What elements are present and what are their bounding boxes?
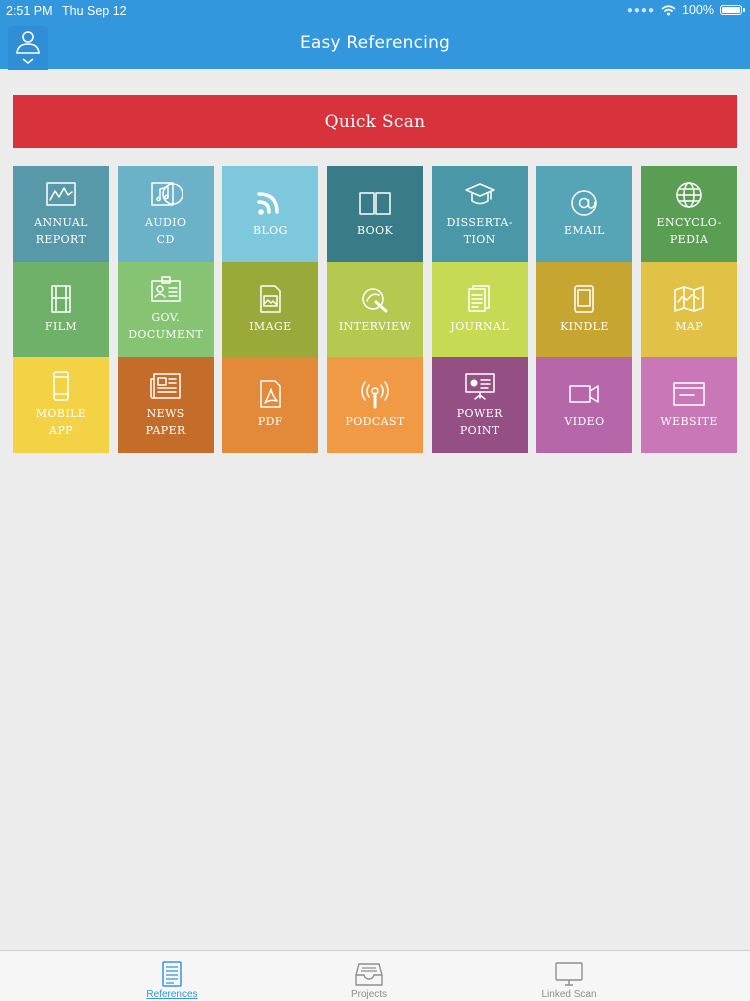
browser-window-icon	[672, 379, 706, 409]
reference-type-tile[interactable]: AUDIO CD	[117, 166, 214, 262]
app-header: 2:51 PM Thu Sep 12 ●●●● 100% Easy Refere…	[0, 0, 750, 70]
tab-label-projects: Projects	[350, 989, 388, 1000]
tile-label: BLOG	[252, 224, 288, 238]
tile-label: MOBILE APP	[35, 406, 87, 437]
chevron-down-icon	[22, 58, 34, 65]
reference-type-grid: ANNUAL REPORT AUDIO CD BLOG BOOK DISSERTA- T…	[13, 166, 738, 453]
tile-label: AUDIO CD	[144, 215, 187, 246]
pdf-icon	[253, 379, 287, 409]
tab-label-references: References	[146, 989, 198, 1000]
tile-label: KINDLE	[560, 319, 609, 333]
podcast-icon	[358, 379, 392, 409]
reference-type-tile[interactable]: GOV. DOCUMENT	[117, 261, 214, 357]
tile-label: WEBSITE	[660, 415, 718, 429]
tile-label: BOOK	[356, 224, 394, 238]
page-title: Easy Referencing	[299, 33, 451, 53]
tablet-icon	[567, 284, 601, 314]
rss-icon	[253, 188, 287, 218]
wifi-icon	[661, 4, 676, 15]
chart-icon	[44, 180, 78, 210]
reference-type-tile[interactable]: BOOK	[327, 166, 424, 262]
tile-label: PODCAST	[345, 415, 405, 429]
tile-label: DISSERTA- TION	[446, 215, 513, 246]
reference-type-tile[interactable]: EMAIL	[536, 166, 633, 262]
film-icon	[44, 284, 78, 314]
reference-type-tile[interactable]: JOURNAL	[431, 261, 528, 357]
tile-label: MAP	[675, 319, 704, 333]
video-camera-icon	[567, 379, 601, 409]
reference-type-tile[interactable]: ANNUAL REPORT	[13, 166, 109, 262]
reference-type-tile[interactable]: WEBSITE	[641, 357, 738, 453]
tile-label: IMAGE	[249, 319, 292, 333]
book-icon	[358, 188, 392, 218]
tile-label: NEWS PAPER	[145, 406, 186, 437]
monitor-icon	[555, 962, 583, 986]
inbox-tray-icon	[355, 963, 383, 986]
reference-type-tile[interactable]: MAP	[641, 261, 738, 357]
globe-icon	[672, 180, 706, 210]
tile-label: EMAIL	[563, 224, 605, 238]
signal-dots-icon: ●●●●	[626, 4, 656, 16]
tile-label: ANNUAL REPORT	[34, 215, 88, 246]
tile-label: GOV. DOCUMENT	[128, 311, 204, 342]
reference-type-tile[interactable]: PDF	[222, 357, 319, 453]
reference-type-tile[interactable]: DISSERTA- TION	[431, 166, 528, 262]
reference-type-tile[interactable]: IMAGE	[222, 261, 319, 357]
reference-type-tile[interactable]: FILM	[13, 261, 109, 357]
graduation-cap-icon	[463, 180, 497, 210]
reference-type-tile[interactable]: VIDEO	[536, 357, 633, 453]
tab-references[interactable]: References	[112, 951, 232, 1001]
tab-linked-scan[interactable]: Linked Scan	[509, 951, 629, 1001]
reference-type-tile[interactable]: PODCAST	[327, 357, 424, 453]
tab-projects[interactable]: Projects	[309, 951, 429, 1001]
status-time: 2:51 PM	[6, 4, 53, 18]
reference-type-tile[interactable]: BLOG	[222, 166, 319, 262]
newspaper-icon	[149, 371, 183, 401]
tile-label: POWER POINT	[456, 406, 503, 437]
quick-scan-button[interactable]: Quick Scan	[13, 95, 737, 148]
tile-label: ENCYCLO- PEDIA	[656, 215, 722, 246]
reference-type-tile[interactable]: POWER POINT	[431, 357, 528, 453]
status-date: Thu Sep 12	[62, 4, 127, 18]
map-icon	[672, 284, 706, 314]
at-sign-icon	[567, 188, 601, 218]
reference-type-tile[interactable]: KINDLE	[536, 261, 633, 357]
status-bar: 2:51 PM Thu Sep 12 ●●●● 100%	[0, 0, 750, 22]
battery-icon	[720, 5, 745, 15]
reference-type-tile[interactable]: MOBILE APP	[13, 357, 109, 453]
tile-label: FILM	[44, 319, 78, 333]
presentation-icon	[463, 371, 497, 401]
tab-label-linked-scan: Linked Scan	[541, 989, 597, 1000]
battery-percent: 100%	[682, 3, 714, 17]
status-right: ●●●● 100%	[626, 3, 745, 17]
journal-icon	[463, 284, 497, 314]
reference-type-tile[interactable]: ENCYCLO- PEDIA	[641, 166, 738, 262]
interview-icon	[358, 284, 392, 314]
id-card-icon	[149, 275, 183, 305]
image-file-icon	[253, 284, 287, 314]
tab-bar: References Projects Linked Scan	[0, 950, 750, 1001]
tile-label: VIDEO	[564, 415, 605, 429]
audio-cd-icon	[149, 180, 183, 210]
references-icon	[162, 961, 182, 987]
reference-type-tile[interactable]: INTERVIEW	[327, 261, 424, 357]
mobile-icon	[44, 371, 78, 401]
reference-type-tile[interactable]: NEWS PAPER	[117, 357, 214, 453]
tile-label: PDF	[257, 415, 283, 429]
tile-label: JOURNAL	[450, 319, 510, 333]
tile-label: INTERVIEW	[338, 319, 412, 333]
